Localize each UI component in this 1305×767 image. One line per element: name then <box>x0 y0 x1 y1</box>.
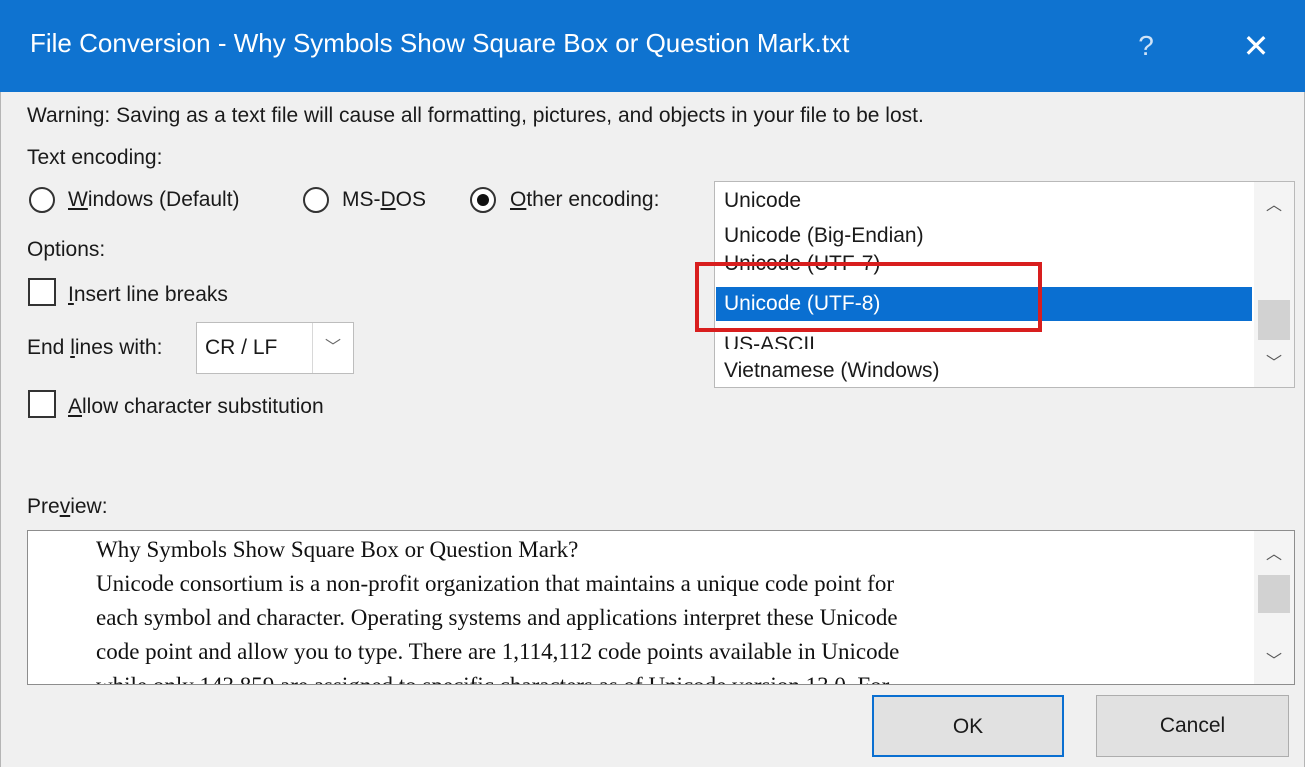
end-lines-label: End lines with: <box>27 336 163 359</box>
chevron-down-icon[interactable]: ﹀ <box>312 323 353 373</box>
options-label: Options: <box>27 238 106 261</box>
preview-line: while only 143,859 are assigned to speci… <box>96 669 1246 684</box>
text-encoding-label: Text encoding: <box>27 146 163 169</box>
windows-default-radio[interactable] <box>29 187 55 213</box>
chevron-up-icon[interactable]: ︿ <box>1254 188 1294 224</box>
preview-line: Unicode consortium is a non-profit organ… <box>96 571 894 596</box>
preview-scroll-thumb[interactable] <box>1258 575 1290 613</box>
preview-label: Preview: <box>27 495 108 518</box>
other-encoding-label[interactable]: Other encoding: <box>510 188 659 212</box>
allow-character-substitution-checkbox[interactable] <box>28 390 56 418</box>
cancel-button[interactable]: Cancel <box>1096 695 1289 757</box>
preview-line: Why Symbols Show Square Box or Question … <box>96 537 579 562</box>
encoding-item-vietnamese-windows[interactable]: Vietnamese (Windows) <box>716 354 1252 387</box>
preview-line: code point and allow you to type. There … <box>96 639 900 664</box>
preview-text: Why Symbols Show Square Box or Question … <box>96 533 1246 684</box>
chevron-down-icon[interactable]: ﹀ <box>1254 346 1294 382</box>
windows-default-label[interactable]: Windows (Default) <box>68 188 240 212</box>
encoding-item-unicode-big-endian[interactable]: Unicode (Big-Endian) <box>716 219 1252 253</box>
encoding-item-unicode[interactable]: Unicode <box>716 184 1252 218</box>
title-bar: File Conversion - Why Symbols Show Squar… <box>0 0 1305 92</box>
other-encoding-radio[interactable] <box>470 187 496 213</box>
end-lines-value: CR / LF <box>205 336 278 359</box>
allow-character-substitution-label[interactable]: Allow character substitution <box>68 395 324 419</box>
ms-dos-radio[interactable] <box>303 187 329 213</box>
encoding-scrollbar[interactable]: ︿ ﹀ <box>1254 182 1294 387</box>
chevron-down-icon[interactable]: ﹀ <box>1254 644 1294 680</box>
window-title: File Conversion - Why Symbols Show Squar… <box>30 28 850 58</box>
insert-line-breaks-checkbox[interactable] <box>28 278 56 306</box>
ms-dos-label[interactable]: MS-DOS <box>342 188 426 212</box>
chevron-up-icon[interactable]: ︿ <box>1254 537 1294 573</box>
insert-line-breaks-label[interactable]: Insert line breaks <box>68 283 228 307</box>
close-button[interactable]: ✕ <box>1228 18 1284 74</box>
ok-button[interactable]: OK <box>872 695 1064 757</box>
help-button[interactable]: ? <box>1118 18 1174 74</box>
encoding-scroll-thumb[interactable] <box>1258 300 1290 340</box>
warning-text: Warning: Saving as a text file will caus… <box>27 104 924 127</box>
preview-panel[interactable]: Why Symbols Show Square Box or Question … <box>27 530 1295 685</box>
end-lines-dropdown[interactable]: CR / LF ﹀ <box>196 322 354 374</box>
preview-line: each symbol and character. Operating sys… <box>96 605 898 630</box>
preview-scrollbar[interactable]: ︿ ﹀ <box>1254 531 1294 684</box>
annotation-highlight-box <box>695 262 1042 332</box>
